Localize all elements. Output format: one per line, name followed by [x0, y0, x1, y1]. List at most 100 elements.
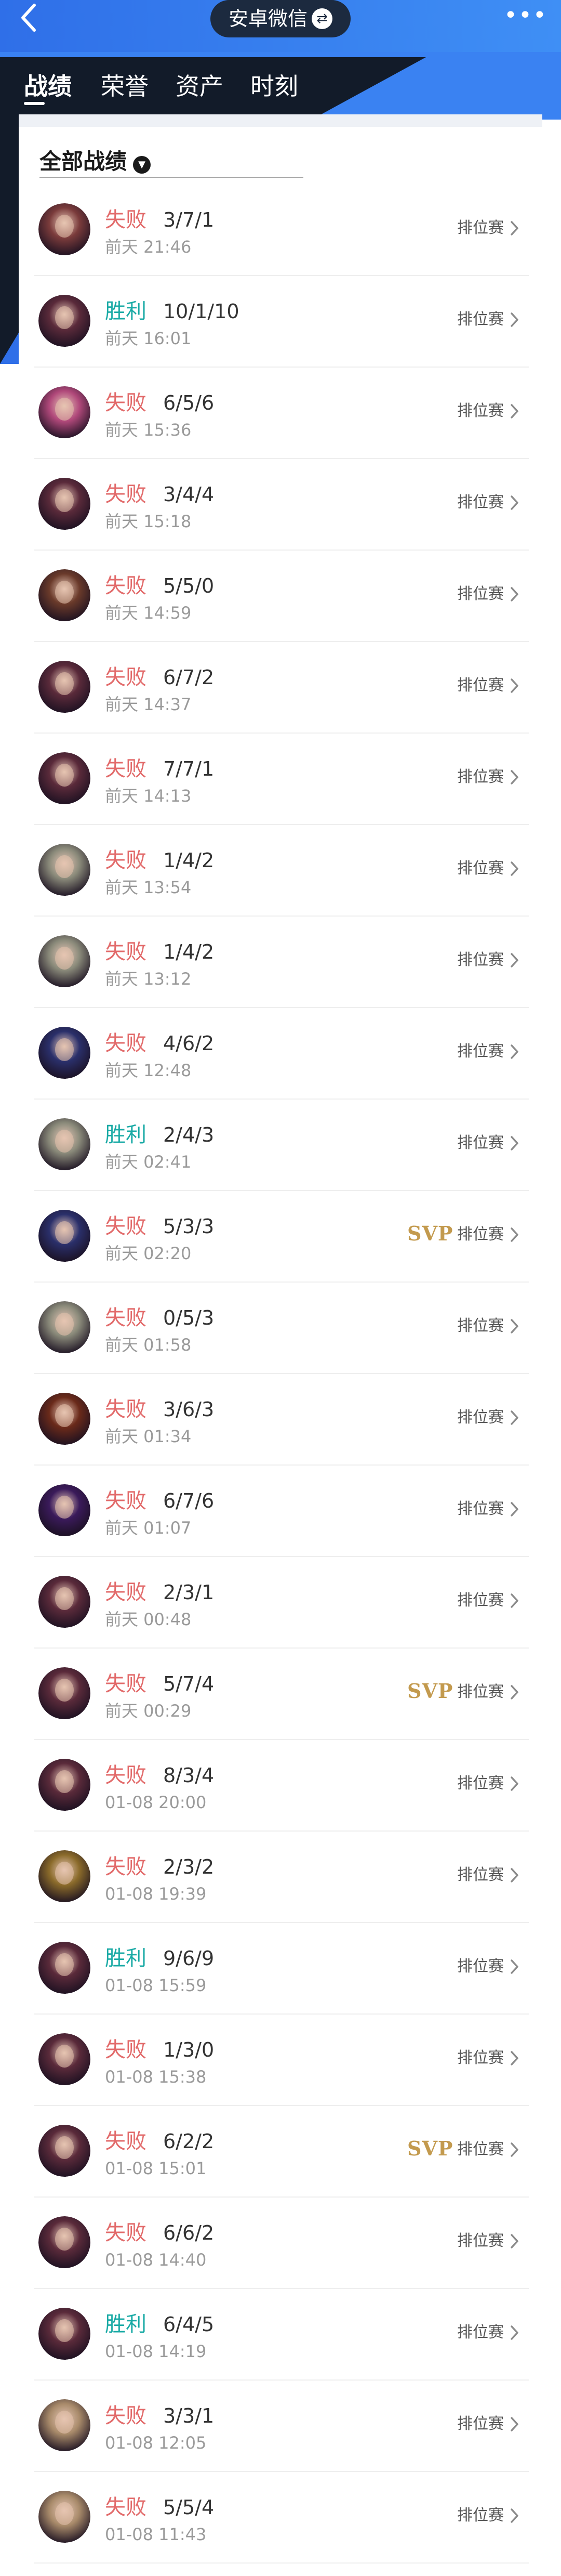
record-row[interactable]: 失败 7/7/1 前天 14:13 排位赛 — [19, 734, 542, 825]
match-mode: 排位赛 — [457, 859, 504, 878]
hero-avatar — [38, 1118, 90, 1170]
record-row[interactable]: 失败 6/7/6 前天 01:07 排位赛 — [19, 1466, 542, 1557]
tab-label: 战绩 — [24, 72, 72, 100]
match-result: 胜利 — [105, 2312, 146, 2336]
match-result: 失败 — [105, 1580, 146, 1604]
hero-avatar — [38, 1759, 90, 1811]
record-row[interactable]: 失败 3/3/1 01-08 12:05 排位赛 — [19, 2381, 542, 2472]
tab-honor[interactable]: 荣誉 — [101, 68, 149, 102]
record-row[interactable]: 失败 6/6/2 01-08 14:40 排位赛 — [19, 2198, 542, 2289]
chevron-left-icon — [21, 4, 36, 32]
kda-score: 6/4/5 — [163, 2313, 215, 2336]
kda-score: 3/6/3 — [163, 1398, 215, 1421]
record-row[interactable]: 失败 5/7/4 前天 00:29 SVP 排位赛 — [19, 1649, 542, 1740]
kda-score: 2/3/2 — [163, 1855, 215, 1878]
match-time: 01-08 14:40 — [105, 2250, 207, 2270]
record-filter-dropdown[interactable]: 全部战绩 ▼ — [39, 147, 303, 178]
match-result: 失败 — [105, 1397, 146, 1421]
match-result: 失败 — [105, 1214, 146, 1238]
kda-score: 5/5/0 — [163, 574, 215, 597]
chevron-right-icon — [509, 1317, 520, 1336]
hero-avatar — [38, 661, 90, 713]
match-mode: 排位赛 — [457, 2506, 504, 2525]
record-row[interactable]: 失败 3/7/1 前天 21:46 排位赛 — [19, 185, 542, 276]
chevron-right-icon — [509, 219, 520, 238]
record-row[interactable]: 胜利 6/4/5 01-08 14:19 排位赛 — [19, 2289, 542, 2381]
record-row[interactable]: 失败 4/6/2 前天 12:48 排位赛 — [19, 1008, 542, 1100]
hero-avatar — [38, 1301, 90, 1353]
chevron-right-icon — [509, 1591, 520, 1610]
chevron-right-icon — [509, 402, 520, 421]
match-mode: 排位赛 — [457, 1774, 504, 1793]
match-time: 01-08 19:39 — [105, 1884, 207, 1904]
record-row[interactable]: 胜利 2/4/3 前天 02:41 排位赛 — [19, 1100, 542, 1191]
chevron-right-icon — [509, 1500, 520, 1519]
chevron-right-icon — [509, 1683, 520, 1702]
record-row[interactable]: 失败 6/5/6 前天 15:36 排位赛 — [19, 368, 542, 459]
chevron-right-icon — [509, 2049, 520, 2068]
record-row[interactable]: 失败 5/5/0 前天 14:59 排位赛 — [19, 551, 542, 642]
svp-badge: SVP — [407, 2137, 453, 2160]
tab-moments[interactable]: 时刻 — [250, 68, 298, 102]
more-button[interactable]: ••• — [504, 4, 546, 31]
match-result: 失败 — [105, 391, 146, 415]
chevron-right-icon — [509, 2140, 520, 2159]
chevron-down-icon: ▼ — [133, 155, 151, 174]
hero-avatar — [38, 1667, 90, 1719]
record-row[interactable]: 失败 5/5/4 01-08 11:43 排位赛 — [19, 2472, 542, 2564]
record-row[interactable]: 胜利 10/1/10 前天 16:01 排位赛 — [19, 276, 542, 368]
account-switcher[interactable]: 安卓微信 ⇄ — [210, 0, 351, 37]
match-time: 前天 15:18 — [105, 512, 192, 531]
kda-score: 6/6/2 — [163, 2221, 215, 2244]
match-time: 前天 14:13 — [105, 786, 192, 806]
chevron-right-icon — [509, 1408, 520, 1427]
match-result: 失败 — [105, 1672, 146, 1696]
match-result: 胜利 — [105, 299, 146, 323]
match-mode: 排位赛 — [457, 1408, 504, 1427]
hero-avatar — [38, 569, 90, 621]
hero-avatar — [38, 935, 90, 987]
match-mode: 排位赛 — [457, 1134, 504, 1152]
match-time: 01-08 15:01 — [105, 2159, 207, 2178]
record-row[interactable]: 失败 6/7/2 前天 14:37 排位赛 — [19, 642, 542, 734]
record-row[interactable]: 失败 1/4/2 前天 13:54 排位赛 — [19, 825, 542, 917]
record-row[interactable]: 胜利 9/6/9 01-08 15:59 排位赛 — [19, 1923, 542, 2015]
match-time: 前天 14:37 — [105, 695, 192, 714]
record-row[interactable]: 失败 6/2/2 01-08 15:01 SVP 排位赛 — [19, 2106, 542, 2198]
hero-avatar — [38, 203, 90, 255]
match-time: 前天 13:54 — [105, 878, 192, 897]
record-row[interactable]: 失败 3/4/4 前天 15:18 排位赛 — [19, 459, 542, 551]
match-mode: 排位赛 — [457, 1500, 504, 1518]
tab-record[interactable]: 战绩 — [24, 68, 72, 105]
chevron-right-icon — [509, 859, 520, 878]
chevron-right-icon — [509, 2323, 520, 2342]
record-row[interactable]: 失败 8/3/4 01-08 20:00 排位赛 — [19, 1740, 542, 1832]
match-result: 失败 — [105, 2129, 146, 2153]
hero-avatar — [38, 1576, 90, 1628]
match-result: 失败 — [105, 940, 146, 964]
kda-score: 6/5/6 — [163, 391, 215, 414]
kda-score: 9/6/9 — [163, 1947, 215, 1970]
match-time: 01-08 12:05 — [105, 2433, 207, 2453]
tab-assets[interactable]: 资产 — [176, 68, 223, 102]
chevron-right-icon — [509, 676, 520, 695]
kda-score: 5/7/4 — [163, 1672, 215, 1695]
match-time: 01-08 15:59 — [105, 1976, 207, 1995]
match-result: 失败 — [105, 1031, 146, 1055]
record-row[interactable]: 失败 2/3/1 前天 00:48 排位赛 — [19, 1557, 542, 1649]
match-result: 失败 — [105, 757, 146, 781]
hero-avatar — [38, 1942, 90, 1994]
chevron-right-icon — [509, 585, 520, 604]
svp-badge: SVP — [407, 1222, 453, 1245]
record-row[interactable]: 失败 1/4/2 前天 13:12 排位赛 — [19, 917, 542, 1008]
record-row[interactable]: 失败 3/6/3 前天 01:34 排位赛 — [19, 1374, 542, 1466]
record-row[interactable]: 失败 1/3/0 01-08 15:38 排位赛 — [19, 2015, 542, 2106]
record-row[interactable]: 失败 0/5/3 前天 01:58 排位赛 — [19, 1283, 542, 1374]
record-row[interactable]: 失败 2/3/2 01-08 19:39 排位赛 — [19, 1832, 542, 1923]
chevron-right-icon — [509, 310, 520, 329]
match-mode: 排位赛 — [457, 768, 504, 786]
match-time: 前天 00:48 — [105, 1610, 192, 1629]
record-row[interactable]: 失败 5/3/3 前天 02:20 SVP 排位赛 — [19, 1191, 542, 1283]
hero-avatar — [38, 1850, 90, 1902]
back-button[interactable] — [16, 0, 52, 36]
